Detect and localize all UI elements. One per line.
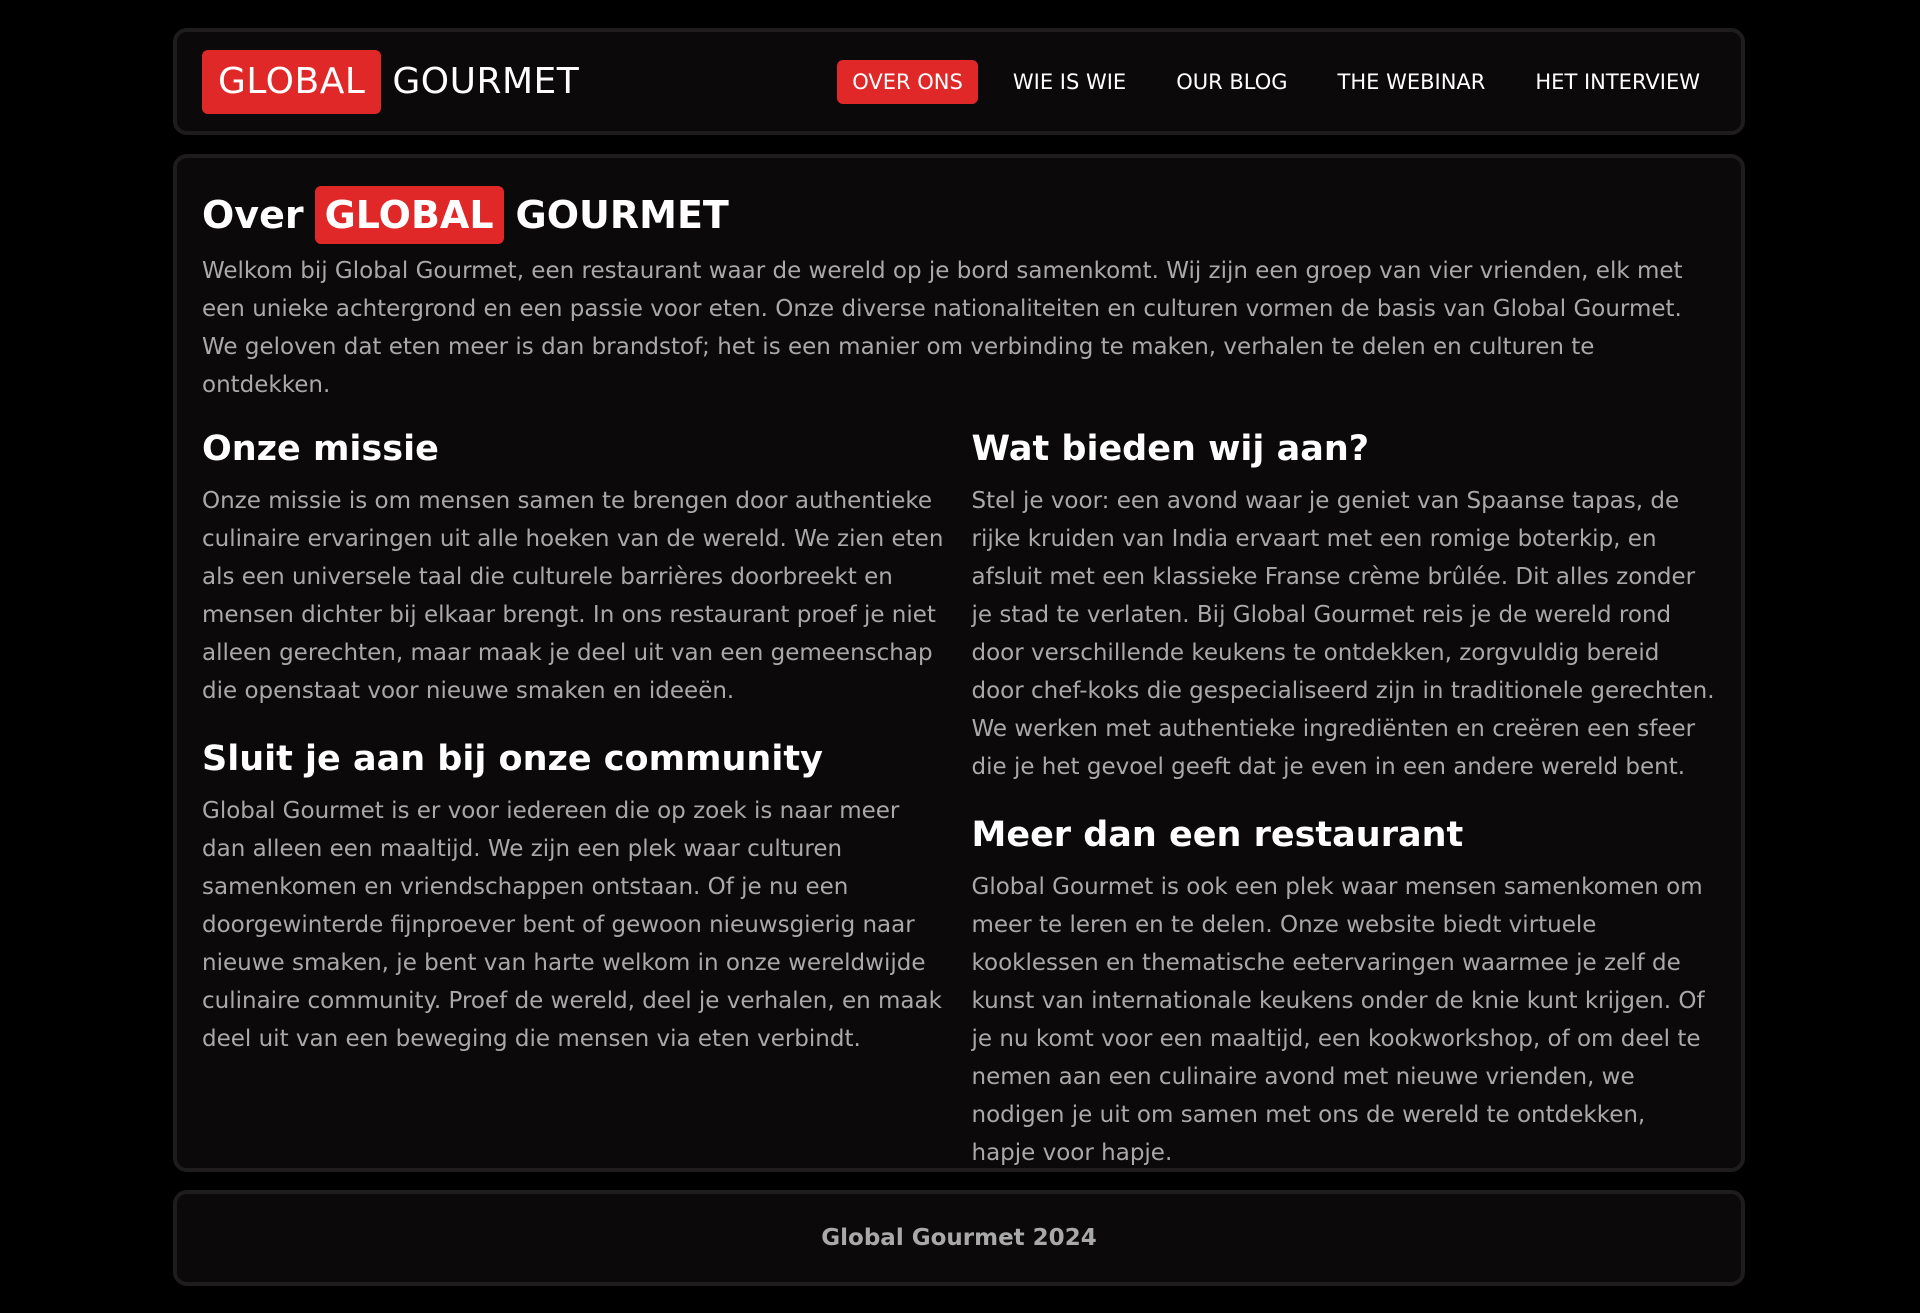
section-mission: Onze missie Onze missie is om mensen sam… bbox=[202, 426, 947, 710]
section-title: Meer dan een restaurant bbox=[971, 815, 1464, 855]
right-column: Wat bieden wij aan? Stel je voor: een av… bbox=[972, 426, 1717, 1198]
footer-copyright: Global Gourmet 2024 bbox=[821, 1225, 1097, 1251]
nav-item-our-blog[interactable]: OUR BLOG bbox=[1161, 60, 1302, 104]
intro-paragraph: Welkom bij Global Gourmet, een restauran… bbox=[202, 258, 1683, 398]
nav-item-over-ons[interactable]: OVER ONS bbox=[837, 59, 978, 104]
main-nav: OVER ONS WIE IS WIE OUR BLOG THE WEBINAR… bbox=[837, 59, 1715, 104]
nav-item-the-webinar[interactable]: THE WEBINAR bbox=[1323, 60, 1501, 104]
nav-item-het-interview[interactable]: HET INTERVIEW bbox=[1520, 60, 1715, 104]
section-text: Global Gourmet is ook een plek waar mens… bbox=[971, 874, 1705, 1166]
content-columns: Onze missie Onze missie is om mensen sam… bbox=[202, 426, 1716, 1198]
section-title: Onze missie bbox=[202, 429, 439, 469]
page-title-rest: GOURMET bbox=[515, 193, 729, 237]
page-title: Over GLOBAL GOURMET bbox=[202, 186, 1716, 244]
site-logo[interactable]: GLOBAL GOURMET bbox=[202, 49, 580, 114]
section-text: Global Gourmet is er voor iedereen die o… bbox=[202, 798, 942, 1052]
section-offer: Wat bieden wij aan? Stel je voor: een av… bbox=[972, 426, 1717, 786]
section-more-than-restaurant: Meer dan een restaurant Global Gourmet i… bbox=[972, 812, 1717, 1172]
section-title: Wat bieden wij aan? bbox=[971, 429, 1370, 469]
site-footer: Global Gourmet 2024 bbox=[173, 1190, 1745, 1286]
logo-text: GOURMET bbox=[392, 61, 580, 102]
site-header: GLOBAL GOURMET OVER ONS WIE IS WIE OUR B… bbox=[173, 28, 1745, 135]
section-title: Sluit je aan bij onze community bbox=[202, 739, 823, 779]
left-column: Onze missie Onze missie is om mensen sam… bbox=[202, 426, 947, 1198]
section-text: Onze missie is om mensen samen te brenge… bbox=[202, 488, 944, 704]
section-text: Stel je voor: een avond waar je geniet v… bbox=[971, 488, 1715, 780]
section-community: Sluit je aan bij onze community Global G… bbox=[202, 736, 947, 1058]
nav-item-wie-is-wie[interactable]: WIE IS WIE bbox=[998, 60, 1141, 104]
page-title-highlight: GLOBAL bbox=[314, 186, 504, 244]
logo-highlight: GLOBAL bbox=[202, 49, 382, 114]
page-title-prefix: Over bbox=[202, 193, 304, 237]
main-content: Over GLOBAL GOURMET Welkom bij Global Go… bbox=[173, 154, 1745, 1172]
